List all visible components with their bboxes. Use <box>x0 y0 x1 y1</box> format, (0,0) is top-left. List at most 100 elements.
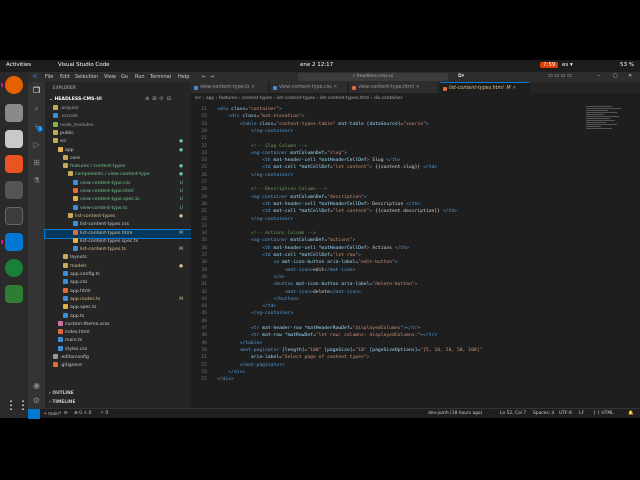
copilot-icon[interactable]: ⧉▾ <box>458 73 464 79</box>
manage-gear-icon[interactable]: ⚙ <box>31 395 42 406</box>
run-debug-icon[interactable]: ▷ <box>31 139 42 150</box>
menu-terminal[interactable]: Terminal <box>150 74 171 80</box>
tree-item[interactable]: list-content-types.css <box>45 221 191 229</box>
remote-indicator-icon[interactable] <box>28 409 40 419</box>
tab-close-icon[interactable]: ✕ <box>332 85 337 90</box>
software-center-icon[interactable] <box>5 155 23 173</box>
tree-item[interactable]: list-content-types ● <box>45 212 191 221</box>
back-arrow-icon[interactable]: ← <box>202 74 206 80</box>
tree-item[interactable]: app.ts <box>45 312 191 321</box>
tree-item[interactable]: app.html <box>45 287 191 296</box>
trash-icon[interactable] <box>5 285 23 303</box>
encoding[interactable]: UTF-8 <box>559 411 572 416</box>
search-icon[interactable]: ⌕ <box>31 103 42 114</box>
show-apps-icon[interactable]: ⋮⋮ <box>5 396 29 414</box>
menu-go[interactable]: Go <box>121 74 128 80</box>
layout-icon[interactable]: ▭ ▭ ▭ ▭ <box>548 73 572 79</box>
tree-item[interactable]: .vscode <box>45 113 191 121</box>
testing-icon[interactable]: ⚗ <box>31 175 42 186</box>
activities-button[interactable]: Activities <box>6 62 31 68</box>
keyboard-layout[interactable]: es ▾ <box>562 62 573 68</box>
app-icon[interactable] <box>5 130 23 148</box>
problems-indicator[interactable]: ⊗ 0 ⚠ 0 <box>74 411 91 416</box>
menu-help[interactable]: Help <box>178 74 189 80</box>
recording-indicator[interactable]: 7:59 <box>540 62 559 68</box>
end-of-line[interactable]: LF <box>579 411 584 416</box>
menu-file[interactable]: File <box>45 74 53 80</box>
tab-close-icon[interactable]: ✕ <box>250 85 255 90</box>
git-blame[interactable]: dev-jumh (18 hours ago) <box>428 411 482 416</box>
editor-tab[interactable]: view-content-type.css ✕ <box>270 82 348 93</box>
tree-item[interactable]: view-content-type.html U <box>45 188 191 196</box>
tree-item[interactable]: app.spec.ts <box>45 304 191 312</box>
tree-item[interactable]: view-content-type.ts U <box>45 204 191 213</box>
ports-indicator[interactable]: ⚐ 0 <box>100 411 108 416</box>
tree-item[interactable]: list-content-types.ts M <box>45 246 191 254</box>
tree-item[interactable]: index.html <box>45 329 191 337</box>
tree-item[interactable]: node_modules <box>45 121 191 130</box>
files-icon[interactable] <box>5 104 23 122</box>
clock[interactable]: ene 2 12:17 <box>300 62 333 68</box>
menu-run[interactable]: Run <box>135 74 145 80</box>
menu-edit[interactable]: Edit <box>60 74 70 80</box>
breadcrumb[interactable]: src › app › features › content-types › l… <box>195 96 403 101</box>
settings-icon[interactable] <box>5 181 23 199</box>
tree-item[interactable]: list-content-types.spec.ts <box>45 237 191 246</box>
tree-item[interactable]: features / content-types ● <box>45 163 191 171</box>
tree-item[interactable]: public <box>45 129 191 138</box>
forward-arrow-icon[interactable]: → <box>210 74 214 80</box>
maximize-icon[interactable]: ▢ <box>613 73 618 79</box>
file-type-icon <box>352 86 356 90</box>
explorer-actions[interactable]: ⊕⊞⟳⊟ <box>145 96 174 102</box>
sync-icon[interactable]: ⟳ <box>64 411 68 416</box>
menu-selection[interactable]: Selection <box>75 74 98 80</box>
menu-view[interactable]: View <box>104 74 116 80</box>
outline-section[interactable]: › OUTLINE <box>49 391 74 396</box>
tree-item[interactable]: components / view-content-type ● <box>45 171 191 179</box>
terminal-icon[interactable] <box>5 207 23 225</box>
minimize-icon[interactable]: – <box>598 73 601 79</box>
tree-item[interactable]: view-content-type.css U <box>45 179 191 188</box>
file-type-icon <box>53 138 58 144</box>
tree-item[interactable]: view-content-type.spec.ts U <box>45 196 191 204</box>
explorer-icon[interactable]: ❐ <box>31 85 42 96</box>
tree-item[interactable]: app.routes.ts M <box>45 295 191 304</box>
project-folder-header[interactable]: ⌄ HEADLESS-CMS-UI <box>49 97 102 102</box>
minimap[interactable] <box>586 106 630 146</box>
firefox-icon[interactable] <box>5 76 23 94</box>
extensions-icon[interactable]: ⊞ <box>31 157 42 168</box>
tree-item[interactable]: styles.css <box>45 345 191 354</box>
editor-tab[interactable]: list-content-types.html M ✕ <box>440 82 530 93</box>
indentation[interactable]: Spaces: 4 <box>533 411 554 416</box>
tab-close-icon[interactable]: ✕ <box>511 86 516 91</box>
tree-item[interactable]: .editorconfig <box>45 354 191 362</box>
code-editor[interactable]: 11 <div class="container"> 12 <div class="… <box>191 106 640 401</box>
tab-close-icon[interactable]: ✕ <box>414 85 420 90</box>
vscode-icon[interactable] <box>5 233 23 251</box>
tree-item[interactable]: custom-theme.scss <box>45 320 191 329</box>
tree-item[interactable]: app.css <box>45 279 191 287</box>
editor-tab[interactable]: view-content-type.html ✕ <box>349 82 439 93</box>
battery-indicator[interactable]: 53 % <box>620 62 634 68</box>
branch-indicator[interactable]: ⑂ main* <box>44 411 61 417</box>
notifications-bell-icon[interactable]: 🔔 <box>628 411 633 416</box>
tree-item[interactable]: .angular <box>45 105 191 113</box>
editor-tab[interactable]: view-content-type.ts ✕ <box>191 82 269 93</box>
tree-item[interactable]: models ● <box>45 262 191 271</box>
command-center-search[interactable]: ⌕ headless-cms-ui <box>298 73 448 81</box>
account-icon[interactable]: ◉ <box>31 380 42 391</box>
tree-item[interactable]: layouts <box>45 254 191 262</box>
language-mode[interactable]: { } HTML <box>593 411 614 416</box>
tree-item[interactable]: main.ts <box>45 337 191 345</box>
tree-item[interactable]: .gitignore <box>45 362 191 370</box>
chrome-icon[interactable] <box>5 259 23 277</box>
tree-item[interactable]: src ● <box>45 138 191 146</box>
tree-item[interactable]: app.config.ts <box>45 271 191 279</box>
tree-item[interactable]: core <box>45 154 191 163</box>
tree-item[interactable]: app ● <box>45 146 191 155</box>
cursor-position[interactable]: Ln 52, Col 7 <box>500 411 526 416</box>
timeline-section[interactable]: › TIMELINE <box>49 400 75 405</box>
tree-item-label: list-content-types <box>75 213 116 219</box>
close-icon[interactable]: ✕ <box>628 73 632 79</box>
tree-item[interactable]: list-content-types.html M <box>44 228 192 239</box>
